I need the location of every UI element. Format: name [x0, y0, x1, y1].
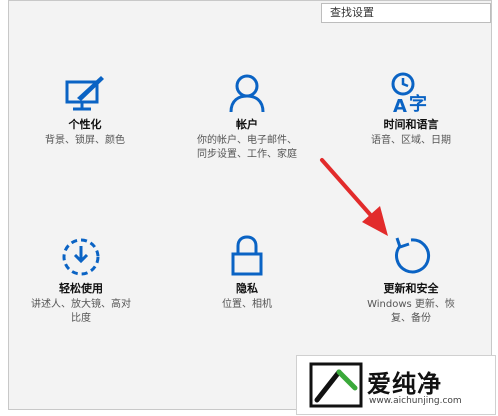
watermark-url: www.aichunjing.com	[369, 396, 462, 406]
annotation-arrow	[320, 158, 388, 236]
watermark-text: 爱纯净	[367, 370, 442, 398]
watermark: 爱纯净 www.aichunjing.com	[296, 355, 496, 415]
watermark-logo-icon	[309, 362, 363, 408]
